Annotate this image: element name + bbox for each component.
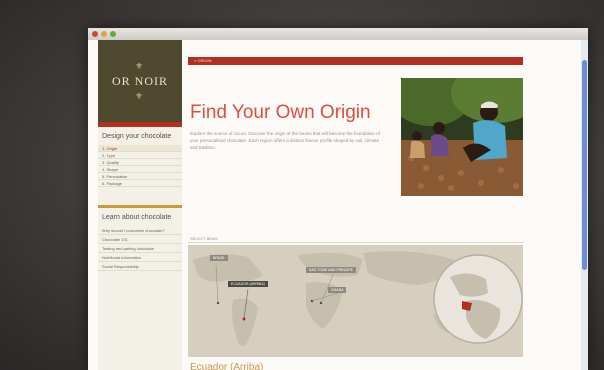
learn-link[interactable]: Nutritional Information xyxy=(98,253,182,262)
map-label-sao-tome[interactable]: SAO TOME AND PRINCIPE xyxy=(306,267,357,273)
fleur-icon: ⚜ xyxy=(134,60,146,71)
cocoa-farmer-photo xyxy=(401,78,523,196)
step-personalise[interactable]: 5. Personalise xyxy=(98,173,182,180)
step-shape[interactable]: 4. Shape xyxy=(98,166,182,173)
learn-link[interactable]: Tasting and pairing chocolate xyxy=(98,244,182,253)
section-divider xyxy=(188,242,523,243)
breadcrumb-bar: « ORIGIN xyxy=(188,57,523,65)
world-map xyxy=(188,245,523,357)
learn-link[interactable]: Why should I customise chocolate? xyxy=(98,226,182,235)
origin-map[interactable]: BRAZIL ECUADOR (ARRIBA) SAO TOME AND PRI… xyxy=(188,245,523,357)
learn-links: Why should I customise chocolate? Chocol… xyxy=(98,226,182,271)
step-type[interactable]: 2. Type xyxy=(98,152,182,159)
section-label: SELECT BEAN xyxy=(190,236,218,241)
minimize-window-button[interactable] xyxy=(101,31,107,37)
learn-link[interactable]: Chocolate 101 xyxy=(98,235,182,244)
scrollbar-thumb[interactable] xyxy=(582,60,587,270)
design-steps: 1. Origin 2. Type 3. Quality 4. Shape 5.… xyxy=(98,145,182,187)
logo[interactable]: ⚜ OR NOIR ⚜ xyxy=(98,40,182,122)
map-label-ecuador[interactable]: ECUADOR (ARRIBA) xyxy=(228,281,268,287)
logo-text: OR NOIR xyxy=(111,73,168,88)
breadcrumb-link[interactable]: « ORIGIN xyxy=(194,58,212,63)
learn-heading: Learn about chocolate xyxy=(102,214,172,221)
map-label-brazil[interactable]: BRAZIL xyxy=(210,255,229,261)
photo-illustration xyxy=(401,78,523,196)
scrollbar[interactable] xyxy=(581,40,588,370)
step-origin[interactable]: 1. Origin xyxy=(98,145,182,152)
browser-window: ⚜ OR NOIR ⚜ Design your chocolate 1. Ori… xyxy=(88,28,588,370)
intro-text: Explore the source of cocoa. Discover th… xyxy=(190,131,380,150)
step-package[interactable]: 6. Package xyxy=(98,180,182,187)
sidebar: ⚜ OR NOIR ⚜ Design your chocolate 1. Ori… xyxy=(98,40,182,370)
window-titlebar xyxy=(88,28,588,40)
learn-link[interactable]: Social Responsibility xyxy=(98,262,182,271)
design-heading: Design your chocolate xyxy=(102,133,172,140)
map-label-ghana[interactable]: GHANA xyxy=(328,287,347,293)
main-content: « ORIGIN Find Your Own Origin Explore th… xyxy=(188,40,523,370)
country-title: Ecuador (Arriba) xyxy=(190,362,264,370)
zoom-window-button[interactable] xyxy=(110,31,116,37)
page-title: Find Your Own Origin xyxy=(190,102,371,123)
fleur-icon: ⚜ xyxy=(134,90,146,101)
close-window-button[interactable] xyxy=(92,31,98,37)
step-quality[interactable]: 3. Quality xyxy=(98,159,182,166)
